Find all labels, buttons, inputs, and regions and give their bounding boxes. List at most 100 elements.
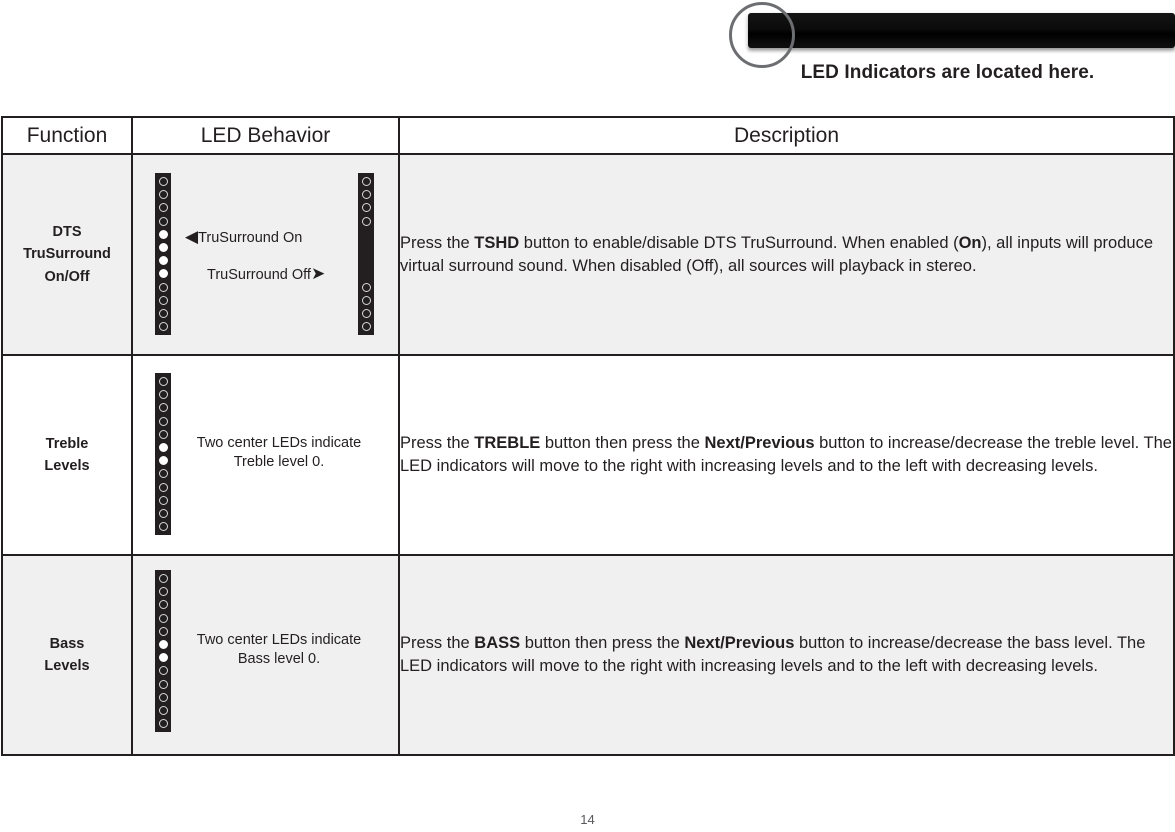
led-indicator-off <box>158 295 168 305</box>
callout-circle-icon <box>729 2 795 68</box>
bass-note: Two center LEDs indicate Bass level 0. <box>179 631 379 669</box>
function-cell-bass-levels: Bass Levels <box>1 554 133 756</box>
led-behavior-table: Function LED Behavior Description DTS Tr… <box>1 116 1175 756</box>
table-header: Function LED Behavior Description <box>1 116 1175 155</box>
page-number: 14 <box>580 812 595 827</box>
table-row: Bass Levels Two center LEDs indicate Bas… <box>1 554 1175 756</box>
soundbar-icon <box>748 13 1175 48</box>
led-indicator-off <box>361 322 371 332</box>
description-fragment: Press the <box>400 434 475 453</box>
behavior-diagram-dts: ◀TruSurround On TruSurround Off➤ <box>133 155 400 354</box>
callout-caption: LED Indicators are located here. <box>800 62 1095 83</box>
column-header-description: Description <box>398 116 1175 155</box>
trusurround-off-label-group: TruSurround Off➤ <box>207 265 325 283</box>
description-emphasis: TREBLE <box>474 434 541 453</box>
treble-note-line: Two center LEDs indicate <box>196 435 362 451</box>
column-header-led-behavior: LED Behavior <box>131 116 400 155</box>
led-indicator-off <box>158 282 168 292</box>
bass-note-line: Bass level 0. <box>237 650 321 667</box>
function-label-line: On/Off <box>44 268 90 285</box>
table-header-row: Function LED Behavior Description <box>1 116 1175 155</box>
trusurround-off-led-strip <box>358 173 374 336</box>
left-arrow-icon: ◀ <box>185 227 199 246</box>
led-indicator-off <box>158 666 168 676</box>
description-fragment: Press the <box>400 634 475 653</box>
led-indicator-on <box>158 639 168 649</box>
led-indicator-on <box>158 653 168 663</box>
led-indicator-off <box>158 190 168 200</box>
led-indicator-off <box>158 416 168 426</box>
led-indicator-on <box>158 442 168 452</box>
led-indicator-off <box>158 719 168 729</box>
function-cell-dts-trusurround: DTS TruSurround On/Off <box>1 153 133 356</box>
led-indicator-off <box>158 216 168 226</box>
led-indicator-off <box>158 469 168 479</box>
treble-note: Two center LEDs indicate Treble level 0. <box>179 434 379 472</box>
table-row: DTS TruSurround On/Off ◀TruSurround On T… <box>1 153 1175 356</box>
description-text: Press the BASS button then press the Nex… <box>400 632 1173 678</box>
led-indicator-on <box>158 256 168 266</box>
function-label-line: TruSurround <box>23 246 111 263</box>
function-cell-treble-levels: Treble Levels <box>1 354 133 556</box>
led-indicator-off <box>158 626 168 636</box>
description-fragment: button to enable/disable DTS TruSurround… <box>519 233 959 252</box>
led-indicator-on <box>158 229 168 239</box>
led-indicator-on <box>158 242 168 252</box>
led-indicator-off <box>158 600 168 610</box>
function-label-line: Treble <box>45 435 89 452</box>
led-indicator-off <box>361 282 371 292</box>
treble-level-led-strip <box>155 373 171 536</box>
description-emphasis: BASS <box>474 634 521 653</box>
led-indicator-off <box>158 705 168 715</box>
led-indicator-off <box>158 508 168 518</box>
led-indicator-off <box>158 377 168 386</box>
led-indicator-on <box>158 269 168 279</box>
description-emphasis: Next/Previous <box>704 434 815 453</box>
led-indicator-off <box>361 216 371 226</box>
led-indicator-off <box>158 495 168 505</box>
function-label-line: Bass <box>49 635 85 652</box>
behavior-cell-treble-levels: Two center LEDs indicate Treble level 0. <box>131 354 400 556</box>
description-fragment: button then press the <box>520 634 685 653</box>
led-indicator-off <box>158 390 168 400</box>
description-text: Press the TSHD button to enable/disable … <box>400 232 1173 278</box>
behavior-diagram-treble: Two center LEDs indicate Treble level 0. <box>133 356 400 554</box>
led-indicator-off <box>361 295 371 305</box>
led-indicator-off <box>158 574 168 583</box>
led-indicator-off <box>158 177 168 186</box>
description-fragment: button then press the <box>540 434 705 453</box>
trusurround-on-label: TruSurround On <box>198 230 303 246</box>
led-location-illustration: LED Indicators are located here. <box>720 0 1175 100</box>
led-indicator-off <box>158 679 168 689</box>
led-indicator-off <box>158 203 168 213</box>
description-emphasis: On <box>958 233 982 252</box>
led-indicator-off <box>158 522 168 532</box>
trusurround-on-label-group: ◀TruSurround On <box>185 228 302 246</box>
led-indicator-off <box>158 692 168 702</box>
function-label-line: DTS <box>52 223 82 240</box>
led-indicator-off <box>158 587 168 597</box>
led-indicator-off <box>158 403 168 413</box>
led-indicator-blank <box>362 256 371 265</box>
led-indicator-off <box>158 308 168 318</box>
trusurround-on-led-strip <box>155 173 171 336</box>
bass-level-led-strip <box>155 570 171 733</box>
led-indicator-blank <box>362 243 371 252</box>
behavior-diagram-bass: Two center LEDs indicate Bass level 0. <box>133 556 400 754</box>
description-emphasis: TSHD <box>474 233 520 252</box>
bass-note-line: Two center LEDs indicate <box>196 632 362 648</box>
table-row: Treble Levels Two center LEDs indicate T… <box>1 354 1175 556</box>
column-header-function: Function <box>1 116 133 155</box>
led-indicator-off <box>158 429 168 439</box>
led-indicator-off <box>158 482 168 492</box>
led-indicator-blank <box>362 269 371 278</box>
function-label-line: Levels <box>44 658 90 674</box>
led-indicator-off <box>361 177 371 186</box>
led-indicator-blank <box>362 230 371 239</box>
table-body: DTS TruSurround On/Off ◀TruSurround On T… <box>1 153 1175 756</box>
led-indicator-off <box>158 613 168 623</box>
led-indicator-off <box>361 203 371 213</box>
led-indicator-off <box>158 322 168 332</box>
behavior-cell-dts-trusurround: ◀TruSurround On TruSurround Off➤ <box>131 153 400 356</box>
description-emphasis: Next/Previous <box>684 634 795 653</box>
